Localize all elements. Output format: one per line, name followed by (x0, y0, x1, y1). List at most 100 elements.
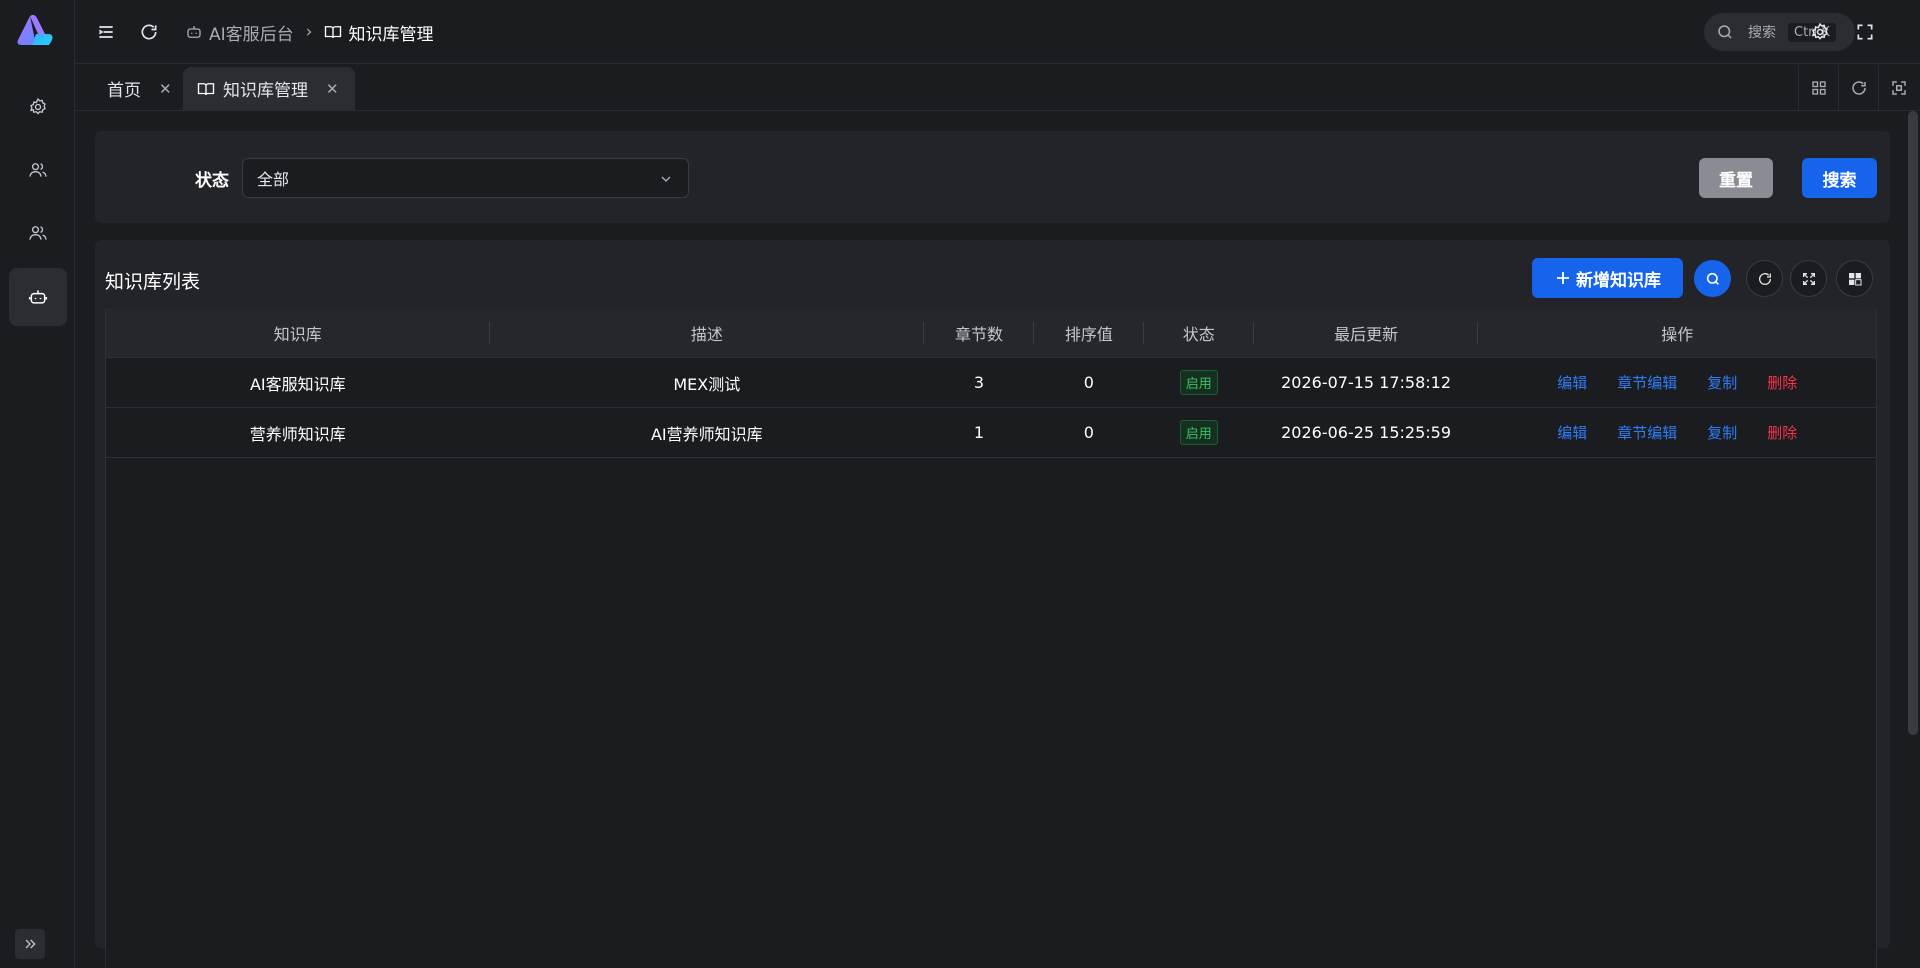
table-row: 营养师知识库 AI营养师知识库 1 0 启用 2026-06-25 15:25:… (106, 408, 1876, 458)
cell-chapters: 3 (973, 373, 985, 392)
cell-actions: 编辑 章节编辑 复制 删除 (1478, 408, 1876, 457)
tab-maximize-button[interactable] (1878, 65, 1918, 111)
reload-button[interactable] (138, 21, 160, 43)
status-badge: 启用 (1179, 370, 1218, 395)
column-header: 章节数 (924, 308, 1034, 357)
status-select-value: 全部 (257, 170, 290, 189)
close-icon[interactable]: ✕ (159, 80, 172, 98)
column-header: 知识库 (106, 308, 490, 357)
grid-icon (1811, 81, 1826, 95)
column-settings-button[interactable] (1836, 260, 1873, 297)
status-filter-label: 状态 (195, 171, 229, 191)
settings-button[interactable] (1809, 21, 1831, 43)
status-select[interactable]: 全部 (242, 158, 689, 198)
chapter-edit-link[interactable]: 章节编辑 (1617, 372, 1677, 393)
menu-toggle-button[interactable] (95, 21, 117, 43)
gear-icon (29, 97, 46, 115)
cell-chapters: 1 (973, 423, 985, 442)
knowledge-base-table: 知识库 描述 章节数 排序值 状态 最后更新 操作 AI客服知识库 MEX测试 … (105, 308, 1877, 968)
breadcrumb-current: 知识库管理 (348, 24, 434, 45)
sidebar (0, 0, 75, 968)
book-icon (197, 82, 215, 95)
top-header: AI客服后台 › 知识库管理 搜索 Ctrl K (75, 0, 1920, 64)
users-icon (29, 163, 47, 177)
filter-panel: 状态 全部 重置 搜索 (95, 131, 1890, 223)
search-icon (1718, 25, 1732, 39)
add-button-label: 新增知识库 (1576, 270, 1661, 291)
cell-description: AI营养师知识库 (650, 424, 763, 444)
maximize-icon (1891, 81, 1906, 95)
breadcrumb-item[interactable]: AI客服后台 (209, 20, 294, 45)
sidebar-item-settings[interactable] (9, 78, 67, 136)
tab-knowledge-base[interactable]: 知识库管理 ✕ (183, 67, 355, 110)
fullscreen-button[interactable] (1854, 21, 1876, 43)
tab-label: 首页 (107, 81, 141, 101)
cell-updated: 2026-07-15 17:58:12 (1281, 373, 1452, 392)
menu-icon (98, 26, 113, 38)
sidebar-expand-button[interactable] (15, 929, 45, 959)
reset-button[interactable]: 重置 (1699, 158, 1773, 198)
refresh-icon (141, 24, 157, 40)
plus-icon (1557, 272, 1569, 284)
knowledge-base-list-card: 知识库列表 新增知识库 知识库 描述 章节数 排序值 状态 最后更新 操作 AI… (95, 240, 1890, 968)
add-knowledge-base-button[interactable]: 新增知识库 (1532, 258, 1683, 298)
app-logo[interactable] (14, 14, 56, 50)
table-refresh-button[interactable] (1746, 260, 1783, 297)
fullscreen-icon (1857, 24, 1873, 40)
tab-home[interactable]: 首页 ✕ (93, 67, 186, 110)
column-header: 描述 (490, 308, 925, 357)
toggle-search-button[interactable] (1694, 260, 1731, 297)
sidebar-item-users[interactable] (9, 141, 67, 199)
cell-updated: 2026-06-25 15:25:59 (1281, 423, 1452, 442)
cell-name: 营养师知识库 (249, 424, 346, 444)
cell-sort: 0 (1083, 423, 1094, 442)
sidebar-item-members[interactable] (9, 204, 67, 262)
search-button[interactable]: 搜索 (1802, 158, 1877, 198)
table-fullscreen-button[interactable] (1790, 260, 1827, 297)
edit-link[interactable]: 编辑 (1557, 372, 1587, 393)
double-chevron-right-icon (25, 939, 36, 949)
chapter-edit-link[interactable]: 章节编辑 (1617, 422, 1677, 443)
close-icon[interactable]: ✕ (326, 80, 339, 98)
gear-icon (1811, 22, 1828, 40)
delete-link[interactable]: 删除 (1767, 372, 1797, 393)
tab-refresh-button[interactable] (1838, 65, 1878, 111)
delete-link[interactable]: 删除 (1767, 422, 1797, 443)
cell-description: MEX测试 (673, 374, 741, 394)
column-header: 排序值 (1034, 308, 1144, 357)
book-icon (325, 26, 342, 39)
card-title: 知识库列表 (105, 271, 201, 293)
tab-layout-button[interactable] (1798, 65, 1838, 111)
page-scrollbar[interactable] (1908, 111, 1918, 735)
robot-icon (187, 26, 201, 38)
global-search[interactable]: 搜索 Ctrl K (1704, 13, 1855, 51)
chevron-down-icon (661, 176, 671, 182)
search-placeholder: 搜索 (1748, 25, 1776, 41)
cell-status: 启用 (1144, 408, 1254, 457)
column-header: 最后更新 (1254, 308, 1479, 357)
cell-actions: 编辑 章节编辑 复制 删除 (1478, 358, 1876, 407)
column-header: 状态 (1144, 308, 1254, 357)
cell-status: 启用 (1144, 358, 1254, 407)
edit-link[interactable]: 编辑 (1557, 422, 1587, 443)
cell-name: AI客服知识库 (249, 374, 346, 394)
users-icon (29, 226, 47, 240)
status-badge: 启用 (1179, 420, 1218, 445)
breadcrumb: AI客服后台 › 知识库管理 (185, 20, 434, 45)
tab-bar: 首页 ✕ 知识库管理 ✕ (75, 65, 1920, 111)
table-header: 知识库 描述 章节数 排序值 状态 最后更新 操作 (106, 308, 1876, 358)
cell-sort: 0 (1083, 373, 1094, 392)
columns-icon (1848, 272, 1861, 285)
table-row: AI客服知识库 MEX测试 3 0 启用 2026-07-15 17:58:12… (106, 358, 1876, 408)
robot-icon (28, 290, 48, 304)
copy-link[interactable]: 复制 (1707, 372, 1737, 393)
copy-link[interactable]: 复制 (1707, 422, 1737, 443)
refresh-icon (1851, 81, 1866, 95)
expand-icon (1802, 272, 1815, 285)
refresh-icon (1758, 272, 1771, 285)
search-icon (1706, 272, 1719, 285)
sidebar-item-ai-service[interactable] (9, 268, 67, 326)
chevron-right-icon: › (305, 22, 313, 42)
tab-label: 知识库管理 (223, 81, 308, 101)
column-header: 操作 (1661, 324, 1694, 344)
